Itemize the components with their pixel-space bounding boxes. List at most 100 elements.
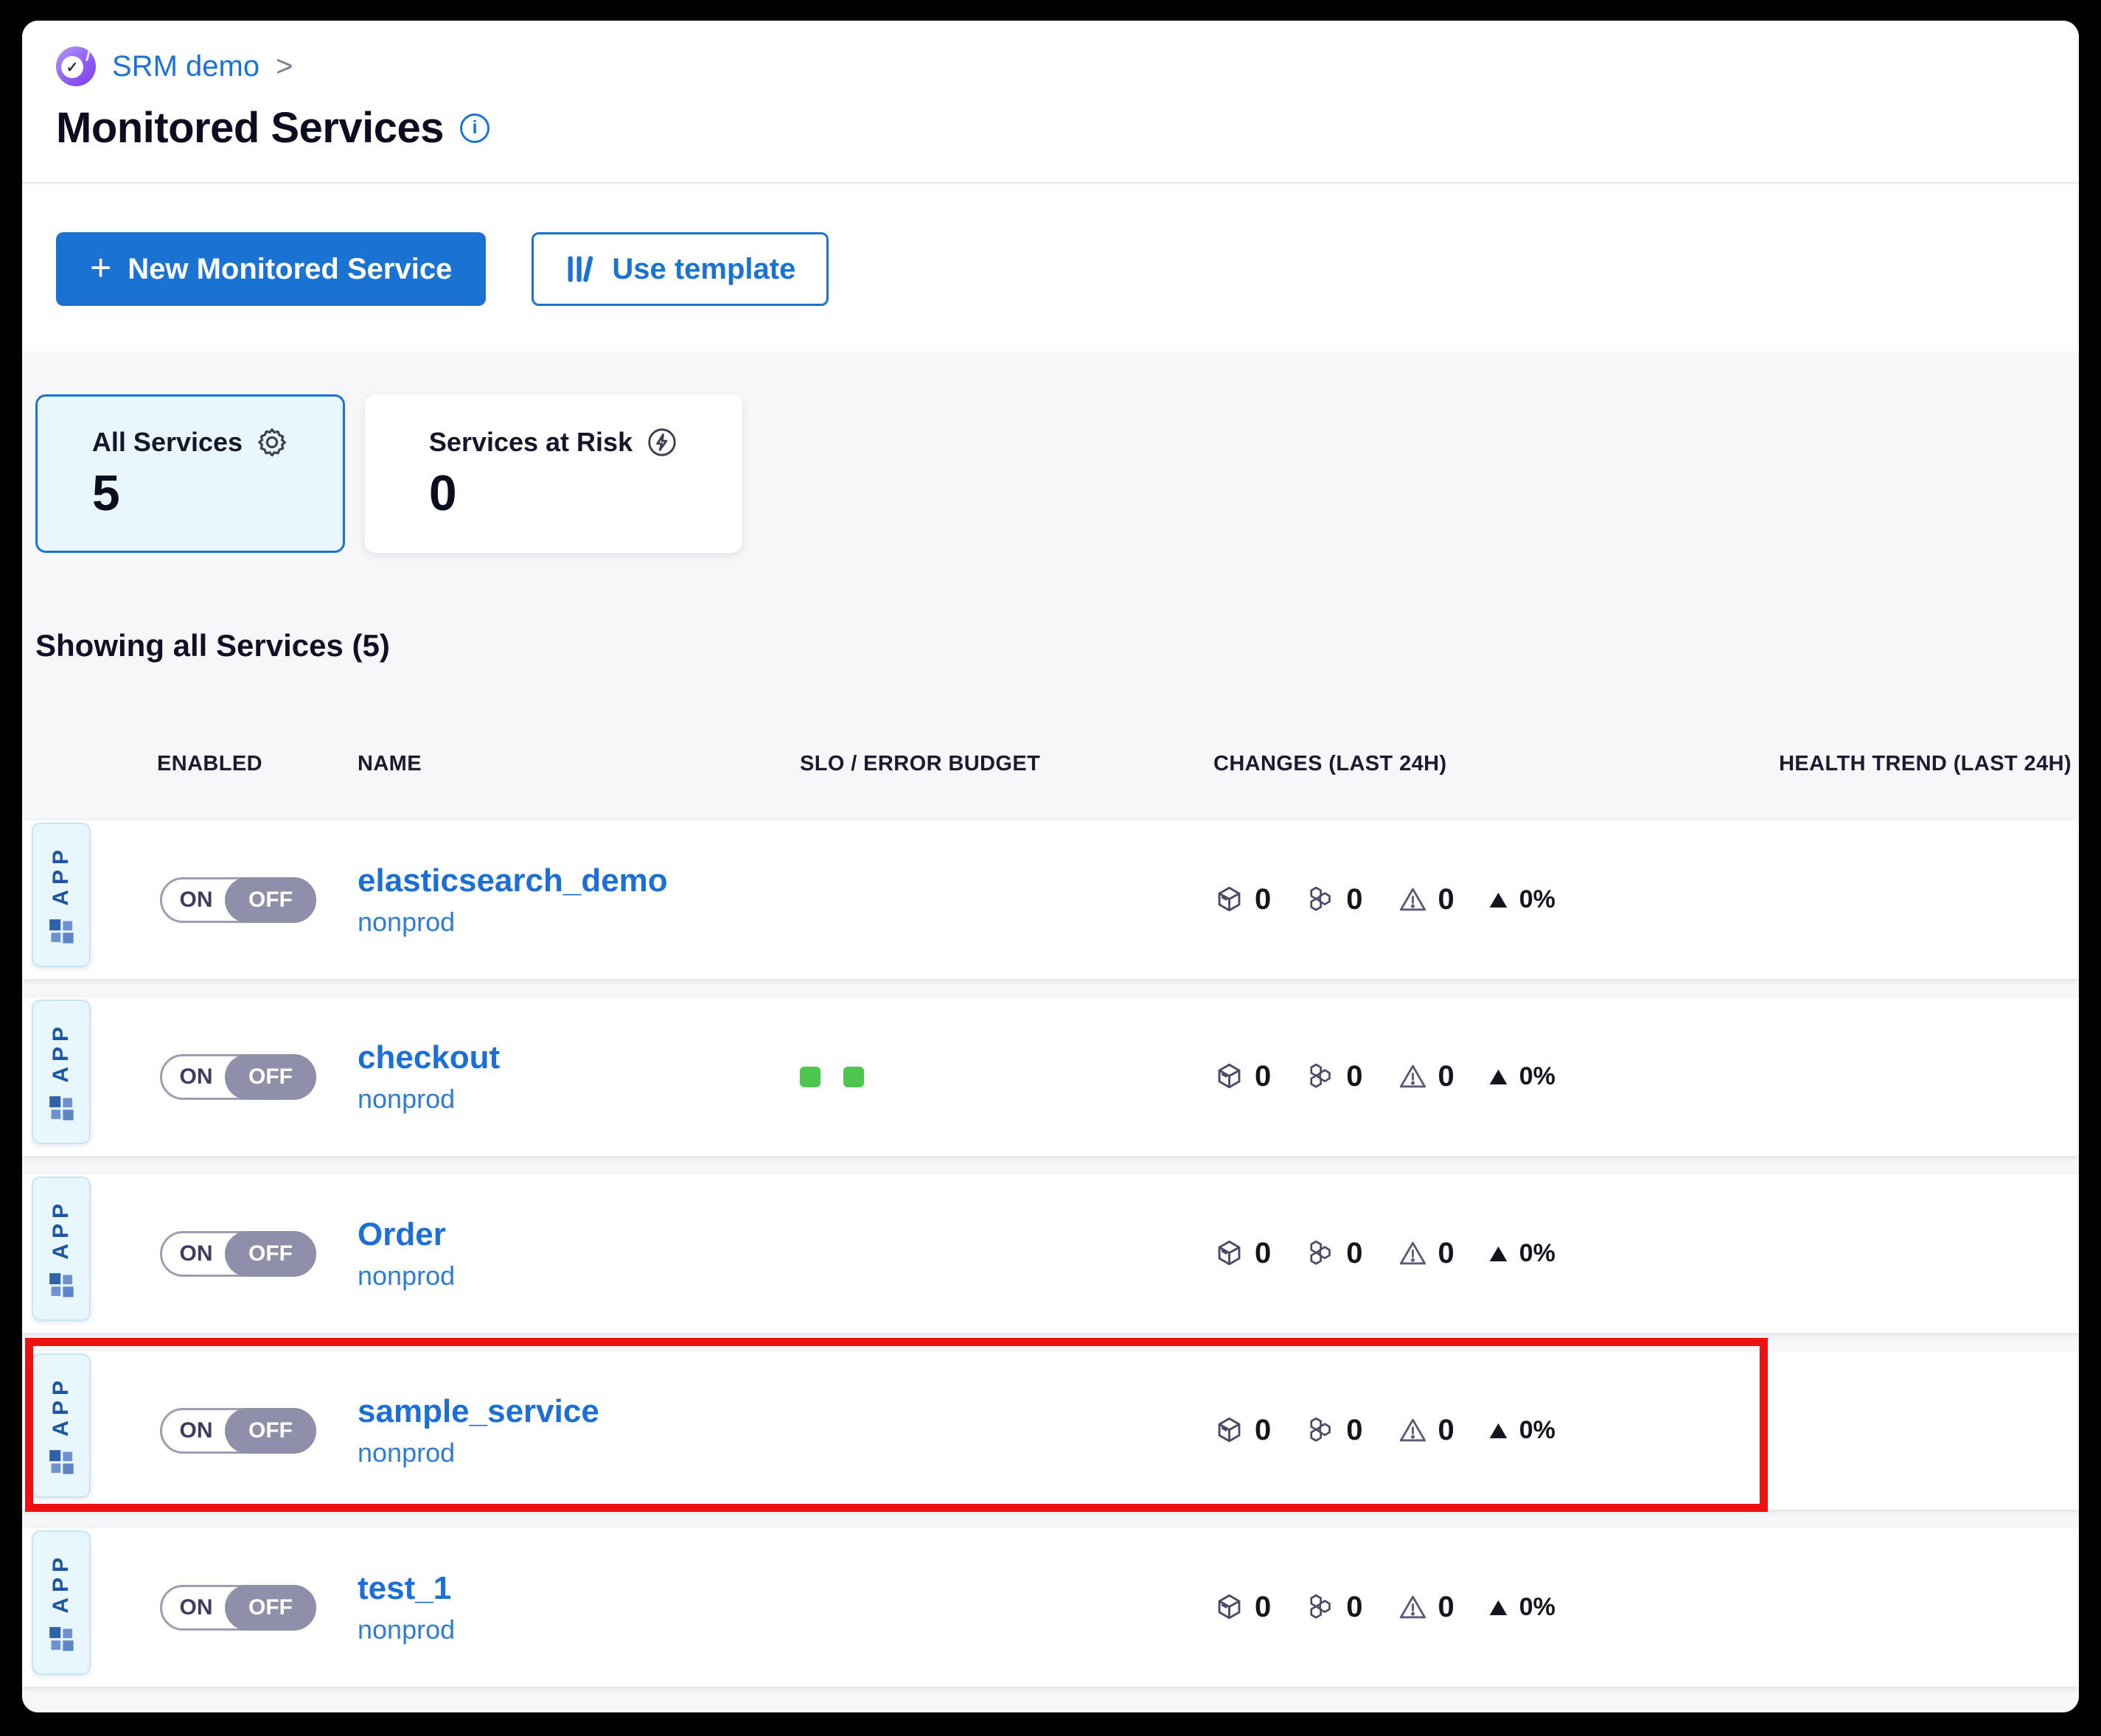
service-name-link[interactable]: test_1	[358, 1570, 800, 1607]
service-row: APP ON OFF test_1 nonprod	[22, 1528, 2079, 1687]
service-row-card[interactable]: APP ON OFF test_1 nonprod	[22, 1528, 2079, 1687]
enabled-toggle[interactable]: ON OFF	[160, 1231, 316, 1277]
toggle-off-thumb: OFF	[225, 1231, 316, 1277]
app-grid-icon	[47, 1625, 75, 1653]
chevron-right-icon: >	[276, 50, 293, 83]
trend-up-triangle-icon	[1488, 1068, 1508, 1086]
deployments-count: 0	[1255, 883, 1271, 916]
health-delta-value: 0%	[1519, 1416, 1555, 1445]
service-row-card[interactable]: APP ON OFF Order nonprod	[22, 1174, 2079, 1333]
alerts-count: 0	[1438, 883, 1454, 916]
resource-hexagons-icon	[1305, 1238, 1337, 1269]
srm-logo-icon: ✓	[56, 46, 96, 86]
col-enabled: ENABLED	[157, 752, 358, 776]
enabled-toggle[interactable]: ON OFF	[160, 1585, 316, 1631]
all-services-card[interactable]: All Services 5	[35, 394, 345, 553]
health-delta-value: 0%	[1519, 1239, 1555, 1268]
slo-status-block	[800, 1067, 820, 1087]
enabled-toggle[interactable]: ON OFF	[160, 1408, 316, 1454]
col-changes: CHANGES (LAST 24H)	[1213, 752, 1725, 776]
title-row: Monitored Services i	[56, 103, 2045, 153]
deployment-package-icon	[1213, 1415, 1245, 1446]
service-name-link[interactable]: sample_service	[358, 1393, 800, 1430]
service-env-label: nonprod	[358, 907, 800, 938]
resource-hexagons-icon	[1305, 1061, 1337, 1092]
table-header-row: ENABLED NAME SLO / ERROR BUDGET CHANGES …	[22, 752, 2079, 776]
enabled-toggle[interactable]: ON OFF	[160, 1054, 316, 1100]
service-rows: APP ON OFF elasticsearch_demo nonprod	[22, 820, 2079, 1687]
col-slo: SLO / ERROR BUDGET	[800, 752, 1213, 776]
warning-triangle-icon	[1397, 1592, 1429, 1623]
services-body: All Services 5 Services at Risk	[22, 352, 2079, 1712]
service-env-label: nonprod	[358, 1084, 800, 1115]
changes-cell: 0 0 0	[1213, 883, 1725, 916]
resources-count: 0	[1346, 883, 1362, 916]
toggle-on-label: ON	[162, 1064, 230, 1090]
service-row-card[interactable]: APP ON OFF checkout nonprod	[22, 997, 2079, 1156]
app-badge-label: APP	[49, 1552, 74, 1614]
toggle-on-label: ON	[162, 1595, 230, 1620]
resource-hexagons-icon	[1305, 1592, 1337, 1623]
deployment-package-icon	[1213, 1238, 1245, 1269]
info-icon[interactable]: i	[460, 114, 489, 143]
health-delta-value: 0%	[1519, 1593, 1555, 1622]
services-at-risk-card[interactable]: Services at Risk 0	[365, 394, 742, 553]
services-at-risk-count: 0	[429, 464, 678, 522]
changes-cell: 0 0 0	[1213, 1060, 1725, 1093]
breadcrumb-app-link[interactable]: SRM demo	[112, 50, 259, 83]
service-type-badge: APP	[32, 1353, 91, 1498]
toggle-off-thumb: OFF	[225, 877, 316, 923]
service-row: APP ON OFF checkout nonprod	[22, 997, 2079, 1156]
deployments-count: 0	[1255, 1060, 1271, 1093]
warning-triangle-icon	[1397, 1238, 1429, 1269]
service-name-link[interactable]: checkout	[358, 1039, 800, 1076]
service-name-link[interactable]: elasticsearch_demo	[358, 862, 800, 899]
toggle-on-label: ON	[162, 1418, 230, 1443]
alerts-count: 0	[1438, 1414, 1454, 1447]
resources-count: 0	[1346, 1237, 1362, 1270]
app-badge-label: APP	[49, 1199, 74, 1260]
alerts-count: 0	[1438, 1237, 1454, 1270]
toggle-off-thumb: OFF	[225, 1054, 316, 1100]
toolbar: + New Monitored Service Use template	[22, 184, 2079, 352]
service-row-card[interactable]: APP ON OFF elasticsearch_demo nonprod	[22, 820, 2079, 979]
app-badge-label: APP	[49, 1022, 74, 1083]
deployment-package-icon	[1213, 1592, 1245, 1623]
deployment-package-icon	[1213, 1061, 1245, 1092]
service-row: APP ON OFF Order nonprod	[22, 1174, 2079, 1333]
warning-triangle-icon	[1397, 1415, 1429, 1446]
service-row: APP ON OFF elasticsearch_demo nonprod	[22, 820, 2079, 979]
list-heading: Showing all Services (5)	[35, 628, 2079, 663]
toggle-on-label: ON	[162, 888, 230, 913]
breadcrumb: ✓ SRM demo >	[56, 46, 2045, 87]
service-type-badge: APP	[32, 1176, 91, 1321]
new-monitored-service-button[interactable]: + New Monitored Service	[56, 232, 486, 306]
services-at-risk-label: Services at Risk	[429, 427, 633, 458]
use-template-label: Use template	[612, 253, 795, 286]
service-env-label: nonprod	[358, 1437, 800, 1468]
trend-up-triangle-icon	[1488, 1599, 1508, 1617]
alerts-count: 0	[1438, 1060, 1454, 1093]
changes-cell: 0 0 0	[1213, 1237, 1725, 1270]
toggle-off-thumb: OFF	[225, 1408, 316, 1454]
service-type-badge: APP	[32, 1530, 91, 1675]
summary-cards: All Services 5 Services at Risk	[22, 352, 2079, 553]
page-title: Monitored Services	[56, 103, 444, 153]
trend-up-triangle-icon	[1488, 1245, 1508, 1263]
app-grid-icon	[47, 1448, 75, 1476]
new-monitored-service-label: New Monitored Service	[128, 253, 452, 286]
slo-status-block	[843, 1067, 864, 1087]
health-delta-value: 0%	[1519, 885, 1555, 914]
col-name: NAME	[358, 752, 800, 776]
trend-up-triangle-icon	[1488, 891, 1508, 909]
service-type-badge: APP	[32, 823, 91, 967]
service-name-link[interactable]: Order	[358, 1216, 800, 1253]
page-header: ✓ SRM demo > Monitored Services i	[22, 21, 2079, 184]
service-row-card[interactable]: APP ON OFF sample_service nonprod	[22, 1351, 2079, 1510]
resources-count: 0	[1346, 1060, 1362, 1093]
enabled-toggle[interactable]: ON OFF	[160, 877, 316, 923]
use-template-button[interactable]: Use template	[532, 232, 829, 306]
slo-error-budget-cell	[800, 1067, 1213, 1087]
service-row: APP ON OFF sample_service nonprod	[22, 1351, 2079, 1510]
gear-icon	[256, 426, 288, 459]
